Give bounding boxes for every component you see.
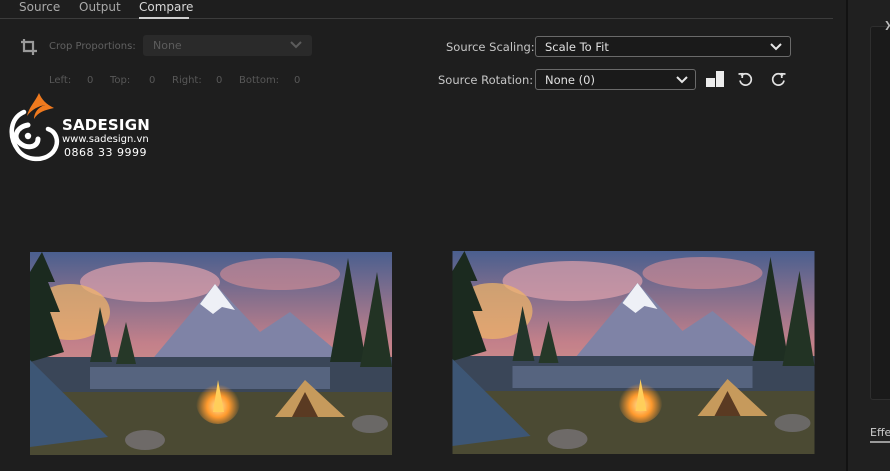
active-tab-indicator [139,17,189,19]
tab-source[interactable]: Source [19,0,60,14]
chevron-right-icon[interactable]: ❯ [884,22,890,31]
crop-icon[interactable] [20,38,38,56]
source-scaling-select[interactable]: Scale To Fit [535,36,791,57]
crop-proportions-select[interactable]: None [143,35,312,56]
chevron-down-icon [770,43,782,51]
crop-left-label: Left: [49,75,72,86]
crop-right-value[interactable]: 0 [216,75,222,86]
crop-top-label: Top: [110,75,131,86]
crop-left-value[interactable]: 0 [87,75,93,86]
crop-bottom-value[interactable]: 0 [294,75,300,86]
watermark-brand: SADESIGN [62,116,150,134]
chevron-down-icon [290,41,302,49]
tab-output[interactable]: Output [79,0,121,14]
tabs-divider [0,18,833,19]
crop-proportions-label: Crop Proportions: [49,41,136,52]
side-panel-list[interactable] [870,26,890,400]
source-preview [30,252,392,455]
source-scaling-value: Scale To Fit [545,40,609,54]
source-rotation-select[interactable]: None (0) [535,69,696,90]
source-scaling-label: Source Scaling: [446,40,535,54]
campsite-image [452,251,815,454]
sadesign-logo-icon [9,93,60,162]
crop-bottom-label: Bottom: [239,75,280,86]
watermark-website: www.sadesign.vn [62,134,149,145]
rotate-ccw-icon[interactable] [737,71,754,88]
effects-tab-indicator [870,441,890,443]
rotate-cw-icon[interactable] [770,71,787,88]
effects-tab[interactable]: Effe [870,426,890,439]
flip-icon[interactable] [705,70,725,88]
source-rotation-value: None (0) [545,73,595,87]
campsite-image [30,252,392,455]
tab-compare[interactable]: Compare [139,0,193,14]
crop-proportions-value: None [153,39,182,52]
crop-top-value[interactable]: 0 [149,75,155,86]
watermark-phone: 0868 33 9999 [64,146,147,159]
crop-right-label: Right: [172,75,202,86]
source-rotation-label: Source Rotation: [438,73,534,87]
output-preview [452,251,815,454]
chevron-down-icon [676,76,688,84]
